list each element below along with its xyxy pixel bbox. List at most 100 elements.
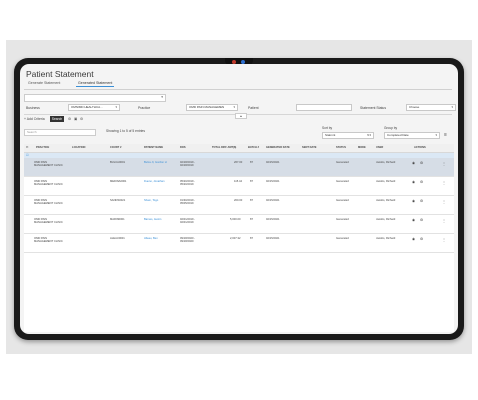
more-options-icon[interactable]: ⋮ xyxy=(442,237,446,242)
header-user[interactable]: USER xyxy=(376,146,383,149)
more-options-icon[interactable]: ⋮ xyxy=(442,180,446,185)
list-view-icon[interactable]: ≡ xyxy=(444,132,447,138)
cell-batch: 87 xyxy=(250,161,253,164)
cell-user: Jacobs, Richard xyxy=(376,161,396,164)
more-options-icon[interactable]: ⋮ xyxy=(442,161,446,166)
header-sent-date[interactable]: SENT DATE xyxy=(302,146,317,149)
sort-by-select[interactable]: Statmnt ⇅▾ xyxy=(322,132,374,139)
top-select[interactable]: ▾ xyxy=(24,94,166,102)
cell-generated-date: 02/15/2021 xyxy=(266,161,280,164)
cell-patient-link[interactable]: Alleau, Ben xyxy=(144,237,158,240)
view-icon[interactable]: ◉ xyxy=(412,180,415,184)
collapse-filters-button[interactable]: ▲ xyxy=(235,113,247,119)
header-generated-date[interactable]: GENERATED DATE xyxy=(266,146,290,149)
patient-input[interactable] xyxy=(296,104,352,111)
add-criteria-link[interactable]: + Add Criteria xyxy=(24,117,45,121)
cell-batch: 87 xyxy=(250,237,253,240)
business-select[interactable]: OMNIMD HEALTHCA... ▾ xyxy=(68,104,120,111)
cell-status: Generated xyxy=(336,199,349,202)
settings-icon[interactable]: ⚙ xyxy=(80,117,83,121)
cell-amount: 115.44 xyxy=(234,180,243,183)
statements-table: ☐ PRACTICE LOCATION COUNT # PATIENT NAME… xyxy=(24,144,454,332)
gear-icon[interactable]: ⚙ xyxy=(68,117,71,121)
cell-count: BULCA0001 xyxy=(110,161,125,164)
header-count[interactable]: COUNT # xyxy=(110,146,121,149)
tab-generated-statement[interactable]: Generated Statement xyxy=(76,80,115,87)
cell-user: Jacobs, Richard xyxy=(376,237,396,240)
cell-patient-link[interactable]: Dueno, Jonathan xyxy=(144,180,164,183)
table-header: ☐ PRACTICE LOCATION COUNT # PATIENT NAME… xyxy=(24,144,454,153)
more-options-icon[interactable]: ⋮ xyxy=(442,199,446,204)
settings-icon[interactable]: ⚙ xyxy=(420,237,423,241)
settings-icon[interactable]: ⚙ xyxy=(420,199,423,203)
search-input[interactable]: Search xyxy=(24,129,96,136)
cell-generated-date: 02/15/2021 xyxy=(266,218,280,221)
header-location[interactable]: LOCATION xyxy=(72,146,85,149)
table-row[interactable]: OMD PAIN MANAGEMENT CLINIC ALEAU0001 All… xyxy=(24,234,454,253)
view-icon[interactable]: ◉ xyxy=(412,161,415,165)
cell-amount: 5,000.00 xyxy=(230,218,241,221)
settings-icon[interactable]: ⚙ xyxy=(420,161,423,165)
cell-status: Generated xyxy=(336,161,349,164)
tab-divider xyxy=(24,89,452,90)
cell-dos: 02/18/2019 - 02/18/2019 xyxy=(180,161,196,168)
view-icon[interactable]: ◉ xyxy=(412,218,415,222)
table-row[interactable]: OMD PAIN MANAGEMENT CLINIC BULCA0001 Bul… xyxy=(24,158,454,177)
group-by-value: Completed Date xyxy=(387,133,409,137)
table-row[interactable]: OMD PAIN MANAGEMENT CLINIC MARIN0001 Bar… xyxy=(24,215,454,234)
chevron-down-icon: ▾ xyxy=(115,105,117,109)
business-label: Business xyxy=(26,106,40,110)
cell-amount: 200.00 xyxy=(234,199,243,202)
header-batch[interactable]: BATCH # xyxy=(248,146,259,149)
cell-dos: 09/18/2020 - 09/18/2020 xyxy=(180,237,196,244)
header-actions: ACTIONS xyxy=(414,146,426,149)
settings-icon[interactable]: ⚙ xyxy=(420,218,423,222)
cell-count: MEDINA0001 xyxy=(110,180,127,183)
group-by-select[interactable]: Completed Date ▾ xyxy=(384,132,440,139)
table-row[interactable]: OMD PAIN MANAGEMENT CLINIC MEDINA0001 Du… xyxy=(24,177,454,196)
cell-patient-link[interactable]: Bulca Jr, Gordon H xyxy=(144,161,167,164)
header-patient-name[interactable]: PATIENT NAME xyxy=(144,146,163,149)
sort-by-value: Statmnt xyxy=(325,133,336,137)
group-by-label: Group by xyxy=(384,126,398,130)
business-value: OMNIMD HEALTHCA... xyxy=(71,105,103,109)
practice-label: Practice xyxy=(138,106,151,110)
cell-dos: 05/20/2019 - 05/20/2019 xyxy=(180,180,196,187)
statement-status-label: Statement Status xyxy=(360,106,387,110)
app-screen: Patient Statement Generate Statement Gen… xyxy=(20,64,458,334)
search-button[interactable]: Search xyxy=(50,116,64,122)
chevron-down-icon: ▾ xyxy=(233,105,235,109)
checkbox-icon[interactable]: ☑ xyxy=(26,153,29,157)
view-icon[interactable]: ◉ xyxy=(412,199,415,203)
header-practice[interactable]: PRACTICE xyxy=(36,146,49,149)
practice-select[interactable]: OMD PAIN MANAGEMEN ▾ xyxy=(186,104,238,111)
cell-practice: OMD PAIN MANAGEMENT CLINIC xyxy=(34,199,63,206)
cell-status: Generated xyxy=(336,237,349,240)
cell-patient-link[interactable]: Sham, Togo xyxy=(144,199,158,202)
settings-icon[interactable]: ⚙ xyxy=(420,180,423,184)
header-checkbox[interactable]: ☐ xyxy=(26,146,28,149)
view-icon[interactable]: ◉ xyxy=(412,237,415,241)
cell-amount: 2,007.32 xyxy=(230,237,241,240)
cell-generated-date: 02/15/2021 xyxy=(266,180,280,183)
save-icon[interactable]: ▣ xyxy=(74,117,77,121)
chevron-down-icon: ▾ xyxy=(435,133,437,137)
cell-user: Jacobs, Richard xyxy=(376,180,396,183)
cell-generated-date: 02/15/2021 xyxy=(266,237,280,240)
statement-status-select[interactable]: Choose ▾ xyxy=(406,104,456,111)
header-status[interactable]: STATUS xyxy=(336,146,346,149)
header-total-diff-amt[interactable]: TOTAL DIFF AMT($) xyxy=(212,146,236,149)
sort-by-label: Sort by xyxy=(322,126,333,130)
cell-user: Jacobs, Richard xyxy=(376,199,396,202)
tab-generate-statement[interactable]: Generate Statement xyxy=(26,80,62,87)
cell-practice: OMD PAIN MANAGEMENT CLINIC xyxy=(34,180,63,187)
cell-patient-link[interactable]: Barnes, Austin xyxy=(144,218,161,221)
header-dos[interactable]: DOS xyxy=(180,146,186,149)
table-row[interactable]: OMD PAIN MANAGEMENT CLINIC SANDS0021 Sha… xyxy=(24,196,454,215)
patient-label: Patient xyxy=(248,106,259,110)
header-mode[interactable]: MODE xyxy=(358,146,366,149)
cell-batch: 87 xyxy=(250,199,253,202)
more-options-icon[interactable]: ⋮ xyxy=(442,218,446,223)
page-title: Patient Statement xyxy=(26,69,94,79)
cell-practice: OMD PAIN MANAGEMENT CLINIC xyxy=(34,161,63,168)
